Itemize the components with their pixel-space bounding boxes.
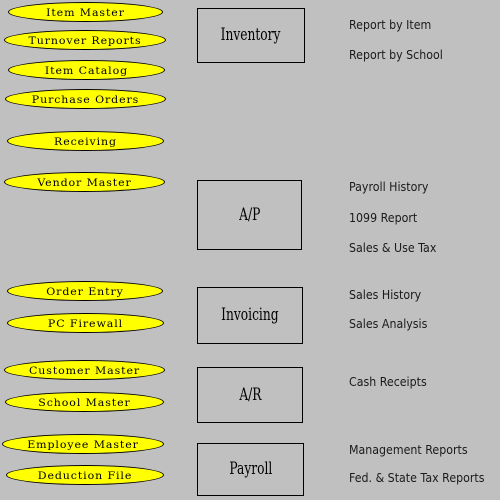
entity-node-order-entry[interactable]: Order Entry (7, 281, 163, 301)
entity-node-label: Item Master (46, 5, 125, 19)
entity-node-label: Vendor Master (37, 175, 132, 189)
entity-node-vendor-master[interactable]: Vendor Master (4, 172, 165, 192)
entity-node-receiving[interactable]: Receiving (7, 131, 164, 151)
module-box-label: Inventory (221, 25, 281, 45)
diagram-canvas: Item Master Turnover Reports Item Catalog P… (0, 0, 500, 500)
report-label-cash-receipts[interactable]: Cash Receipts (349, 376, 427, 388)
entity-node-label: Customer Master (28, 363, 141, 377)
entity-node-school-master[interactable]: School Master (5, 392, 164, 412)
report-label-payroll-history[interactable]: Payroll History (349, 181, 428, 193)
module-box-label: Invoicing (221, 305, 279, 325)
report-label-sales-analysis[interactable]: Sales Analysis (349, 318, 427, 330)
report-label-fed-and-state-tax-reports[interactable]: Fed. & State Tax Reports (349, 472, 484, 484)
entity-node-customer-master[interactable]: Customer Master (4, 360, 165, 380)
module-box-payroll[interactable]: Payroll (197, 443, 304, 496)
report-label-management-reports[interactable]: Management Reports (349, 444, 468, 456)
module-box-label: Payroll (229, 459, 272, 479)
entity-node-label: Order Entry (46, 284, 124, 298)
entity-node-item-catalog[interactable]: Item Catalog (8, 60, 165, 80)
entity-node-purchase-orders[interactable]: Purchase Orders (5, 89, 166, 109)
entity-node-deduction-file[interactable]: Deduction File (6, 465, 164, 485)
module-box-invoicing[interactable]: Invoicing (197, 287, 303, 344)
entity-node-label: Employee Master (27, 437, 139, 451)
entity-node-item-master[interactable]: Item Master (8, 2, 163, 22)
entity-node-label: PC Firewall (47, 316, 124, 330)
entity-node-label: School Master (38, 395, 131, 409)
entity-node-label: Turnover Reports (28, 33, 142, 47)
entity-node-turnover-reports[interactable]: Turnover Reports (4, 30, 166, 50)
module-box-a-p[interactable]: A/P (197, 180, 302, 250)
entity-node-label: Purchase Orders (31, 92, 140, 106)
report-label-sales-and-use-tax[interactable]: Sales & Use Tax (349, 242, 436, 254)
entity-node-label: Receiving (54, 134, 117, 148)
module-box-inventory[interactable]: Inventory (197, 8, 305, 63)
entity-node-label: Deduction File (37, 468, 133, 482)
entity-node-employee-master[interactable]: Employee Master (2, 434, 164, 454)
report-label-sales-history[interactable]: Sales History (349, 289, 421, 301)
entity-node-label: Item Catalog (44, 63, 129, 77)
module-box-a-r[interactable]: A/R (197, 367, 303, 423)
report-label-report-by-item[interactable]: Report by Item (349, 19, 431, 31)
module-box-label: A/R (238, 384, 262, 405)
module-box-label: A/P (238, 204, 261, 225)
entity-node-pc-firewall[interactable]: PC Firewall (7, 313, 164, 333)
report-label-report-by-school[interactable]: Report by School (349, 49, 443, 61)
report-label-1099-report[interactable]: 1099 Report (349, 212, 417, 224)
